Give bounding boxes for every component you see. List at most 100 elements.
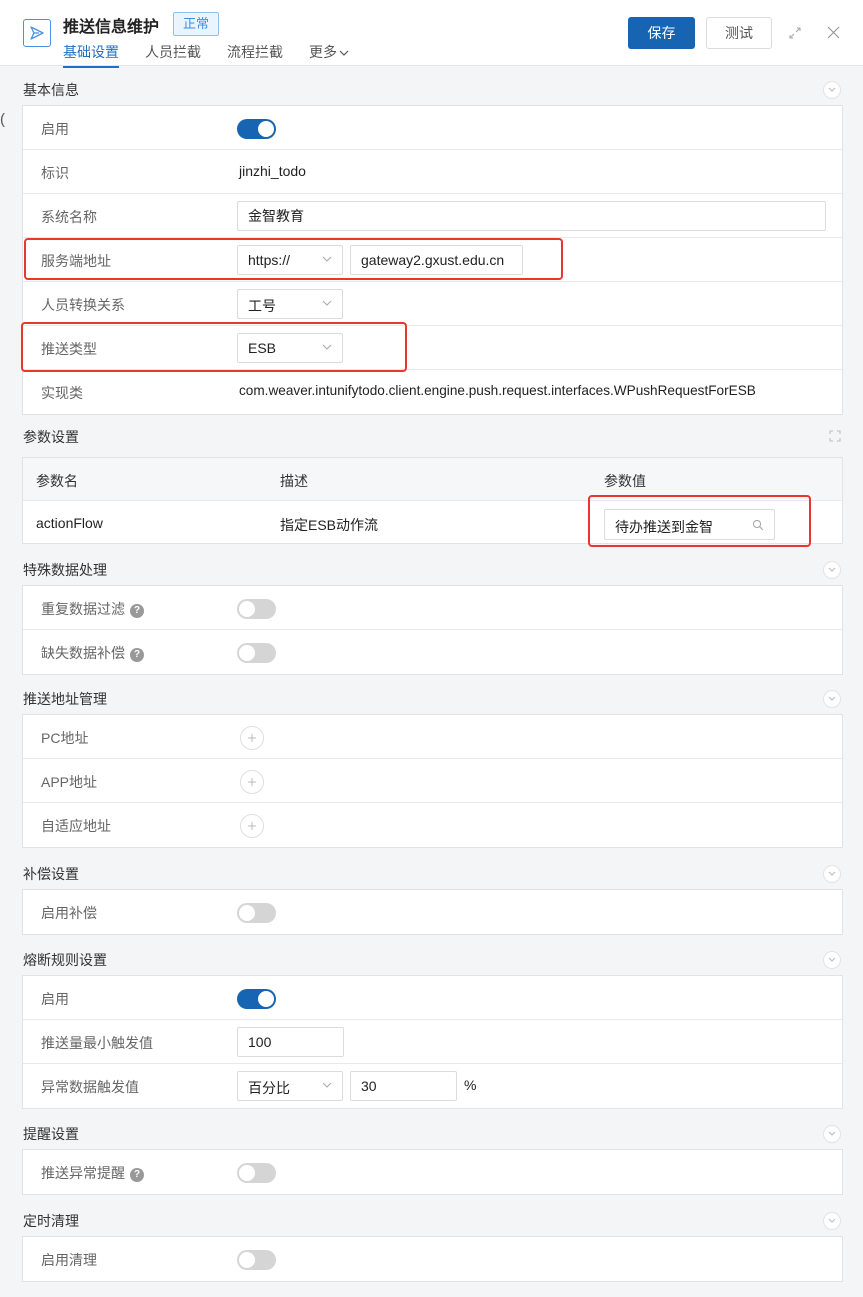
abnormal-type-value: 百分比: [248, 1080, 290, 1096]
help-icon[interactable]: ?: [130, 604, 144, 618]
left-edge-glyph: (: [0, 111, 5, 128]
add-pc-address-button[interactable]: [240, 726, 264, 750]
field-label: 自适应地址: [41, 818, 111, 834]
form-row-enable: 启用: [23, 106, 842, 150]
cleanup-panel: 启用清理: [22, 1236, 843, 1282]
param-name-cell: actionFlow: [36, 515, 103, 531]
enable-toggle[interactable]: [237, 119, 276, 139]
column-header: 描述: [280, 473, 308, 489]
collapse-cleanup-button[interactable]: [823, 1212, 841, 1230]
abnormal-type-select[interactable]: 百分比: [237, 1071, 343, 1101]
duplicate-filter-toggle[interactable]: [237, 599, 276, 619]
circuit-breaker-panel: 启用 推送量最小触发值 100 异常数据触发值 百分比 30 %: [22, 975, 843, 1109]
field-label: 启用补偿: [41, 905, 97, 921]
chevron-down-icon: [828, 1218, 836, 1223]
fullscreen-icon[interactable]: [829, 430, 841, 442]
field-label: PC地址: [41, 730, 89, 746]
section-title-basic-info: 基本信息: [23, 82, 79, 98]
field-label: 标识: [41, 165, 69, 181]
annotation-box-server-address: [24, 238, 563, 280]
section-title-reminder: 提醒设置: [23, 1126, 79, 1142]
circuit-enable-toggle[interactable]: [237, 989, 276, 1009]
push-error-reminder-toggle[interactable]: [237, 1163, 276, 1183]
page-title: 推送信息维护: [63, 19, 160, 36]
close-icon[interactable]: [827, 26, 840, 39]
form-row-enable-compensation: 启用补偿: [23, 890, 842, 934]
form-row-enable-cleanup: 启用清理: [23, 1237, 842, 1281]
toggle-knob: [239, 645, 255, 661]
field-label: 重复数据过滤?: [41, 599, 144, 619]
tab-more[interactable]: 更多: [309, 42, 349, 68]
missing-compensation-label: 缺失数据补偿: [41, 645, 125, 661]
section-title-cleanup: 定时清理: [23, 1213, 79, 1229]
form-row-id: 标识 jinzhi_todo: [23, 150, 842, 194]
column-header: 参数值: [604, 473, 646, 489]
tab-basic-settings[interactable]: 基础设置: [63, 42, 119, 68]
tab-flow-intercept[interactable]: 流程拦截: [227, 42, 283, 68]
form-row-push-error-reminder: 推送异常提醒?: [23, 1150, 842, 1194]
push-error-reminder-label: 推送异常提醒: [41, 1165, 125, 1181]
test-button[interactable]: 测试: [706, 17, 772, 49]
system-name-field[interactable]: 金智教育: [237, 201, 826, 231]
form-row-pc-address: PC地址: [23, 715, 842, 759]
add-adaptive-address-button[interactable]: [240, 814, 264, 838]
toggle-knob: [239, 1252, 255, 1268]
form-row-system-name: 系统名称 金智教育: [23, 194, 842, 238]
field-label: 系统名称: [41, 209, 97, 225]
abnormal-value-field[interactable]: 30: [350, 1071, 457, 1101]
section-title-circuit-breaker: 熔断规则设置: [23, 952, 107, 968]
expand-icon[interactable]: [788, 26, 802, 40]
collapse-special-data-button[interactable]: [823, 561, 841, 579]
min-trigger-field[interactable]: 100: [237, 1027, 344, 1057]
collapse-circuit-breaker-button[interactable]: [823, 951, 841, 969]
help-icon[interactable]: ?: [130, 1168, 144, 1182]
section-title-compensation: 补偿设置: [23, 866, 79, 882]
annotation-box-param-value: [588, 495, 811, 547]
form-row-app-address: APP地址: [23, 759, 842, 803]
id-value: jinzhi_todo: [239, 163, 306, 179]
field-label: 缺失数据补偿?: [41, 643, 144, 663]
collapse-reminder-button[interactable]: [823, 1125, 841, 1143]
form-row-abnormal-trigger: 异常数据触发值 百分比 30 %: [23, 1064, 842, 1108]
toggle-knob: [258, 121, 274, 137]
collapse-compensation-button[interactable]: [823, 865, 841, 883]
field-label: 启用: [41, 991, 69, 1007]
enable-cleanup-toggle[interactable]: [237, 1250, 276, 1270]
chevron-down-icon: [322, 1082, 332, 1088]
enable-compensation-toggle[interactable]: [237, 903, 276, 923]
help-icon[interactable]: ?: [130, 648, 144, 662]
form-row-duplicate-filter: 重复数据过滤?: [23, 586, 842, 630]
plus-icon: [248, 734, 256, 742]
toggle-knob: [258, 991, 274, 1007]
form-row-missing-compensation: 缺失数据补偿?: [23, 630, 842, 674]
collapse-basic-info-button[interactable]: [823, 81, 841, 99]
impl-class-value: com.weaver.intunifytodo.client.engine.pu…: [239, 383, 756, 398]
user-mapping-select[interactable]: 工号: [237, 289, 343, 319]
add-app-address-button[interactable]: [240, 770, 264, 794]
field-label: 实现类: [41, 385, 83, 401]
percent-sign: %: [464, 1077, 477, 1093]
toggle-knob: [239, 905, 255, 921]
tab-more-label: 更多: [309, 44, 337, 60]
chevron-down-icon: [828, 87, 836, 92]
chevron-down-icon: [828, 696, 836, 701]
status-badge: 正常: [173, 12, 220, 36]
chevron-down-icon: [322, 300, 332, 306]
save-button[interactable]: 保存: [628, 17, 695, 49]
section-title-push-address: 推送地址管理: [23, 691, 107, 707]
chevron-down-icon: [828, 1131, 836, 1136]
duplicate-filter-label: 重复数据过滤: [41, 601, 125, 617]
form-row-min-trigger: 推送量最小触发值 100: [23, 1020, 842, 1064]
page-header: 推送信息维护 正常 基础设置 人员拦截 流程拦截 更多 保存 测试: [0, 0, 863, 68]
annotation-box-push-type: [21, 322, 407, 372]
missing-compensation-toggle[interactable]: [237, 643, 276, 663]
param-desc-cell: 指定ESB动作流: [280, 517, 379, 533]
tab-user-intercept[interactable]: 人员拦截: [145, 42, 201, 68]
collapse-push-address-button[interactable]: [823, 690, 841, 708]
reminder-panel: 推送异常提醒?: [22, 1149, 843, 1195]
plus-icon: [248, 778, 256, 786]
toggle-knob: [239, 1165, 255, 1181]
push-address-panel: PC地址 APP地址 自适应地址: [22, 714, 843, 848]
chevron-down-icon: [828, 567, 836, 572]
field-label: 人员转换关系: [41, 297, 125, 313]
